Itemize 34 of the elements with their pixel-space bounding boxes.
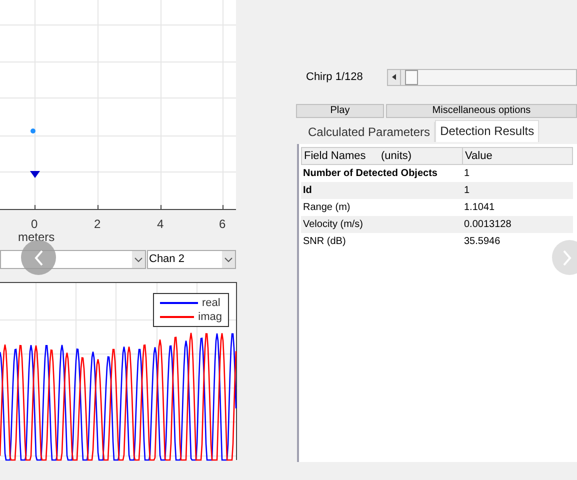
chirp-label: Chirp 1/128 bbox=[305, 70, 364, 85]
legend-label: imag bbox=[198, 310, 222, 325]
options-button[interactable]: Miscellaneous options bbox=[386, 104, 577, 118]
table-cell-text: 1.1041 bbox=[463, 201, 496, 215]
slider-thumb[interactable] bbox=[404, 70, 418, 84]
chevron-right-icon bbox=[562, 250, 572, 266]
tab[interactable]: Detection Results bbox=[435, 120, 540, 142]
axis-label: meters bbox=[18, 230, 55, 244]
axis-tick-label: 2 bbox=[94, 216, 101, 233]
column-header: Value bbox=[464, 149, 494, 164]
chevron-icon bbox=[132, 251, 145, 268]
table-cell-text: Velocity (m/s) bbox=[302, 218, 364, 232]
table-cell-text: Id bbox=[302, 184, 313, 198]
chevron-icon bbox=[222, 251, 235, 268]
play-button[interactable]: Play bbox=[296, 104, 384, 118]
column-header: Field Names (units) bbox=[302, 148, 463, 164]
axis-tick-label: 6 bbox=[219, 216, 226, 233]
legend-label: real bbox=[202, 296, 220, 311]
table-cell-text: SNR (dB) bbox=[302, 235, 347, 249]
table-cell-text: 35.5946 bbox=[463, 235, 502, 249]
axis-tick-label: 4 bbox=[157, 216, 164, 233]
target-dot bbox=[30, 128, 36, 134]
previous-button[interactable] bbox=[21, 240, 56, 275]
channel-value: Chan 2 bbox=[149, 252, 184, 267]
chevron-left-icon bbox=[34, 250, 44, 266]
channel-dropdown[interactable]: Chan 2 bbox=[147, 250, 236, 269]
table-cell-text: 0.0013128 bbox=[463, 218, 512, 232]
table-cell-text: 1 bbox=[463, 167, 471, 181]
table-cell-text: Number of Detected Objects bbox=[302, 167, 438, 181]
table-cell-text: 1 bbox=[463, 184, 471, 198]
axis-tick-label: 0 bbox=[31, 216, 38, 233]
chirp-slider[interactable] bbox=[387, 68, 577, 86]
sensor-marker bbox=[30, 171, 40, 178]
table-cell-text: Range (m) bbox=[302, 201, 352, 215]
